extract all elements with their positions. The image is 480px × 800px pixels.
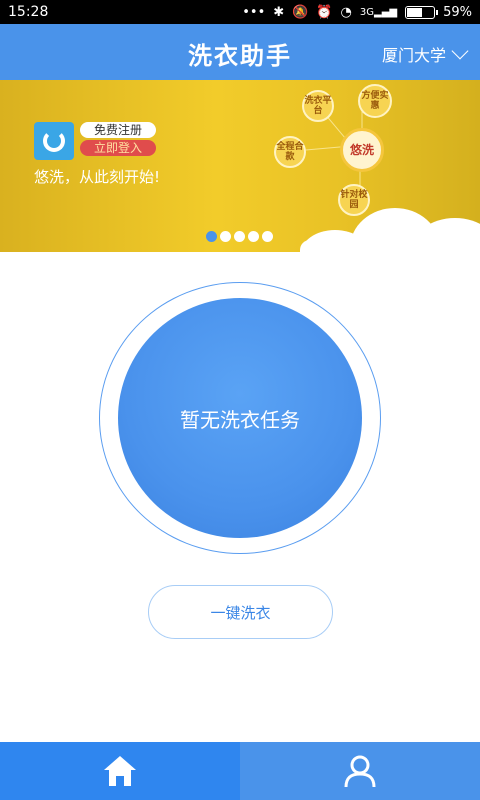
bubble-full-process: 全程合款 <box>274 136 306 168</box>
wash-button-label: 一键洗衣 <box>210 603 271 622</box>
user-icon <box>344 755 376 788</box>
tab-home[interactable] <box>0 742 240 800</box>
carousel-dot[interactable] <box>234 231 245 242</box>
location-selector[interactable]: 厦门大学 <box>381 42 469 66</box>
chevron-down-icon <box>451 42 469 60</box>
promo-banner[interactable]: 免费注册 立即登入 悠洗，从此刻开始! 洗衣平台 方便实惠 全程合款 悠洗 针对… <box>0 80 480 252</box>
location-label: 厦门大学 <box>381 46 446 65</box>
notification-icon: ••• <box>242 4 266 20</box>
one-click-wash-button[interactable]: 一键洗衣 <box>148 585 333 639</box>
home-icon <box>104 756 136 786</box>
carousel-dot[interactable] <box>248 231 259 242</box>
carousel-indicator <box>206 231 273 242</box>
bluetooth-icon: ✱ <box>273 4 285 20</box>
mute-icon: 🔕 <box>292 4 309 20</box>
register-button[interactable]: 免费注册 <box>80 122 156 138</box>
carousel-dot[interactable] <box>220 231 231 242</box>
bubble-platform: 洗衣平台 <box>302 90 334 122</box>
app-header: 洗衣助手 厦门大学 <box>0 24 480 80</box>
status-icons: ••• ✱ 🔕 ⏰ ◔ 3G▂▄▆ 59% <box>242 5 472 20</box>
tab-profile[interactable] <box>240 742 480 800</box>
login-button[interactable]: 立即登入 <box>80 140 156 156</box>
status-time: 15:28 <box>8 4 49 20</box>
carousel-dot[interactable] <box>262 231 273 242</box>
alarm-icon: ⏰ <box>316 4 333 20</box>
cloud-decoration <box>300 240 480 252</box>
wash-status-circle[interactable]: 暂无洗衣任务 <box>118 298 362 538</box>
status-bar: 15:28 ••• ✱ 🔕 ⏰ ◔ 3G▂▄▆ 59% <box>0 0 480 24</box>
battery-icon <box>405 5 439 19</box>
battery-percent: 59% <box>443 4 472 20</box>
bubble-affordable: 方便实惠 <box>358 84 392 118</box>
bottom-tab-bar <box>0 742 480 800</box>
bubble-campus: 针对校园 <box>338 184 370 216</box>
signal-icon: 3G▂▄▆ <box>359 6 398 18</box>
bubble-brand: 悠洗 <box>340 128 384 172</box>
banner-slogan: 悠洗，从此刻开始! <box>34 168 161 186</box>
wifi-icon: ◔ <box>340 4 352 20</box>
app-logo <box>34 122 74 160</box>
wash-status-text: 暂无洗衣任务 <box>180 407 300 432</box>
carousel-dot[interactable] <box>206 231 217 242</box>
